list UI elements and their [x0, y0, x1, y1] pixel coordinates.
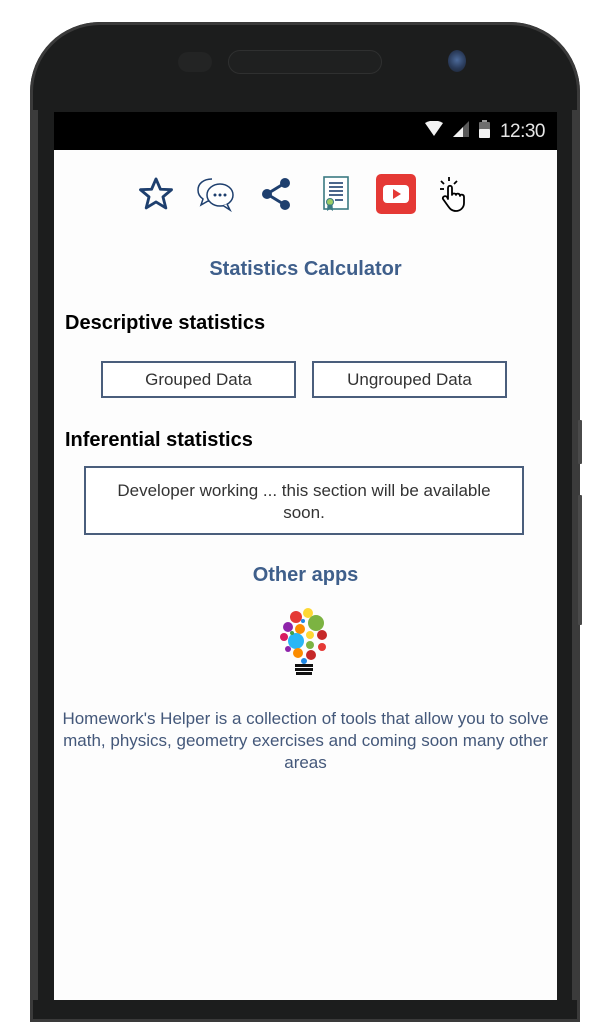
power-button: [578, 495, 582, 625]
inferential-heading: Inferential statistics: [65, 429, 253, 451]
certificate-icon[interactable]: [316, 174, 356, 214]
proximity-sensor: [178, 52, 212, 72]
chat-icon[interactable]: [196, 174, 236, 214]
tap-icon[interactable]: [436, 174, 476, 214]
ungrouped-data-button[interactable]: Ungrouped Data: [312, 361, 507, 398]
share-icon[interactable]: [256, 174, 296, 214]
lightbulb-icon[interactable]: [276, 605, 332, 677]
volume-button: [578, 420, 582, 464]
battery-icon: [478, 120, 490, 143]
toolbar: [54, 174, 557, 214]
app-screen: 12:30 Statistics Calculator Descriptive …: [54, 112, 557, 1000]
star-icon[interactable]: [136, 174, 176, 214]
clock: 12:30: [499, 120, 546, 142]
signal-icon: [452, 121, 469, 142]
wifi-icon: [424, 120, 443, 142]
grouped-data-button[interactable]: Grouped Data: [101, 361, 296, 398]
earpiece-speaker: [228, 50, 382, 74]
inferential-notice: Developer working ... this section will …: [84, 466, 524, 535]
other-apps-heading: Other apps: [252, 564, 359, 586]
phone-edge-left: [30, 110, 38, 1000]
app-description: Homework's Helper is a collection of too…: [62, 709, 549, 772]
front-camera: [448, 50, 466, 72]
page-title: Statistics Calculator: [209, 258, 402, 280]
status-bar: 12:30: [54, 112, 557, 150]
descriptive-heading: Descriptive statistics: [65, 312, 266, 334]
youtube-icon[interactable]: [375, 174, 416, 214]
